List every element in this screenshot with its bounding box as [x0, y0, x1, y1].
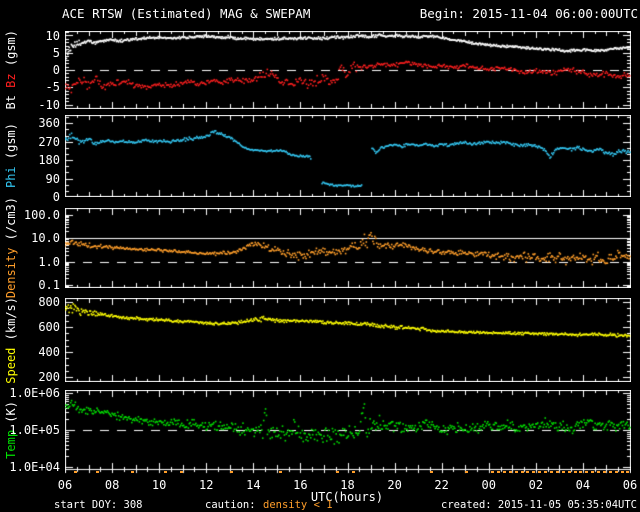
density-caution-mark [544, 471, 548, 473]
ace-rtsw-plot: ACE RTSW (Estimated) MAG & SWEPAM Begin:… [0, 0, 640, 512]
density-caution-mark [626, 471, 630, 473]
phi-ytick-label: 180 [38, 153, 60, 168]
temp-plot-canvas [65, 390, 631, 476]
density-caution-mark [465, 471, 469, 473]
density-caution-mark [229, 471, 233, 473]
density-caution-mark [526, 471, 530, 473]
density-caution-mark [555, 471, 559, 473]
density-caution-mark [520, 471, 524, 473]
axis-label-part: (K) [4, 401, 18, 423]
caution-density-value: density < 1 [263, 499, 333, 511]
density-ytick-label: 100.0 [23, 208, 60, 223]
temp-ytick-label: 1.0E+05 [9, 422, 60, 437]
speed-ytick-label: 600 [38, 320, 60, 334]
density-caution-mark [549, 471, 553, 473]
created-timestamp: created: 2015-11-05 05:35:04UTC [441, 499, 637, 511]
bt_bz-ytick-label: 0 [52, 63, 60, 77]
speed-axis-label: Speed (km/s) [2, 297, 20, 384]
bt_bz-plot-canvas [65, 31, 631, 109]
density-caution-mark [279, 471, 283, 473]
density-caution-mark [180, 471, 184, 473]
density-caution-mark [602, 471, 606, 473]
caution-label: caution: [205, 499, 256, 511]
panel-density: Density (/cm3) 100.0 10.0 1.0 0.1 [0, 197, 640, 299]
density-caution-mark [429, 471, 433, 473]
density-caution-mark [491, 471, 495, 473]
temp-ytick-label: 1.0E+04 [9, 460, 60, 474]
bt_bz-ytick-label: -10 [38, 97, 60, 112]
phi-ytick-label: 270 [38, 134, 60, 149]
phi-ytick-label: 360 [38, 116, 60, 131]
density-caution-mark [591, 471, 595, 473]
density-caution-mark [561, 471, 565, 473]
density-caution-mark [95, 471, 99, 473]
panel-phi: Phi (gsm) 360 270 180 90 0 [0, 115, 640, 203]
density-caution-mark [502, 471, 506, 473]
density-caution-mark [567, 471, 571, 473]
bt_bz-ytick-label: 10 [45, 28, 60, 43]
temp-ytick-label: 1.0E+06 [9, 385, 60, 400]
density-caution-mark [163, 471, 167, 473]
density-ytick-label: 1.0 [38, 254, 60, 269]
plot-title: ACE RTSW (Estimated) MAG & SWEPAM [62, 6, 311, 21]
density-caution-mark [508, 471, 512, 473]
speed-ytick-label: 400 [38, 345, 60, 359]
speed-ytick-label: 200 [38, 370, 60, 384]
phi-ytick-label: 90 [45, 171, 60, 186]
density-caution-mark [620, 471, 624, 473]
panel-bt_bz: Bt Bz (gsm) 10 5 0 -5 -10 [0, 28, 640, 112]
density-caution-mark [608, 471, 612, 473]
density-caution-mark [538, 471, 542, 473]
density-caution-mark [514, 471, 518, 473]
bt_bz-ytick-label: -5 [45, 80, 60, 95]
panel-speed: Speed (km/s) 800 600 400 200 [0, 295, 640, 384]
start-doy-label: start DOY: 308 [54, 499, 143, 511]
bt_bz-ytick-label: 5 [52, 45, 60, 60]
density-caution-mark [573, 471, 577, 473]
density-caution-mark [335, 471, 339, 473]
panel-temp: Temp (K) 1.0E+06 1.0E+05 1.0E+04 [0, 385, 640, 476]
speed-ytick-label: 800 [38, 295, 60, 309]
density-caution-mark [352, 471, 356, 473]
density-ytick-label: 10.0 [31, 231, 60, 246]
density-caution-mark [585, 471, 589, 473]
density-ytick-label: 0.1 [38, 277, 60, 292]
phi-plot-canvas [65, 115, 631, 197]
density-caution-mark [579, 471, 583, 473]
speed-plot-canvas [65, 298, 631, 382]
density-caution-mark [130, 471, 134, 473]
density-caution-mark [532, 471, 536, 473]
density-plot-canvas [65, 208, 631, 288]
density-caution-mark [74, 471, 78, 473]
density-caution-mark [496, 471, 500, 473]
density-caution-mark [614, 471, 618, 473]
density-caution-mark [597, 471, 601, 473]
begin-timestamp: Begin: 2015-11-04 06:00:00UTC [419, 6, 638, 21]
